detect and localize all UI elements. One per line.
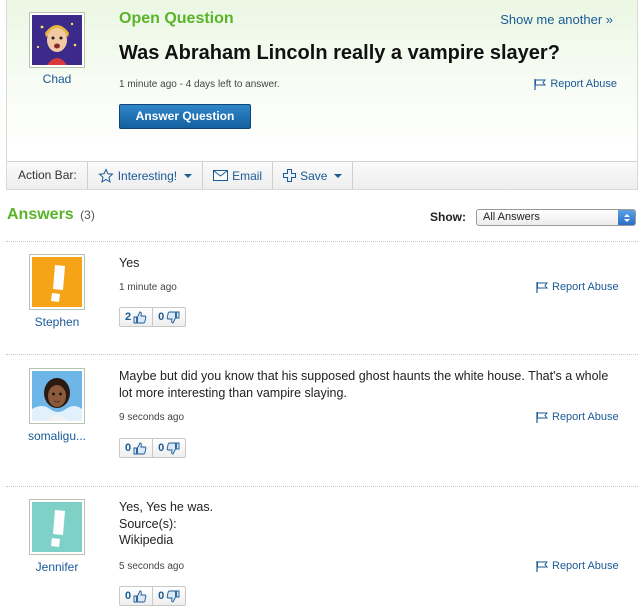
thumbs-down-icon bbox=[166, 590, 180, 602]
thumbs-down-button[interactable]: 0 bbox=[152, 308, 185, 326]
answer-avatar[interactable] bbox=[29, 499, 85, 555]
flag-icon bbox=[536, 281, 548, 293]
chevron-down-icon bbox=[334, 173, 343, 178]
cartoon-boy-avatar-icon bbox=[32, 15, 82, 65]
thumbs-down-icon bbox=[166, 442, 180, 454]
open-question-label: Open Question bbox=[119, 10, 234, 27]
answer-avatar[interactable] bbox=[29, 368, 85, 424]
default-avatar-icon bbox=[32, 257, 82, 307]
flag-icon bbox=[536, 411, 548, 423]
divider bbox=[6, 354, 638, 355]
answer-avatar[interactable] bbox=[29, 254, 85, 310]
show-filter-value: All Answers bbox=[483, 211, 540, 223]
report-abuse-label: Report Abuse bbox=[550, 78, 617, 90]
interesting-button[interactable]: Interesting! bbox=[88, 162, 204, 189]
report-abuse-label: Report Abuse bbox=[552, 560, 619, 572]
thumbs-down-count: 0 bbox=[158, 590, 165, 602]
answer-text: Yes, Yes he was. bbox=[119, 500, 214, 514]
thumbs-down-button[interactable]: 0 bbox=[152, 587, 185, 605]
answerer-name[interactable]: Stephen bbox=[18, 315, 96, 329]
answer-time: 9 seconds ago bbox=[119, 412, 185, 423]
action-bar-label: Action Bar: bbox=[7, 162, 88, 189]
answerer-name[interactable]: Jennifer bbox=[18, 560, 96, 574]
divider bbox=[6, 486, 638, 487]
answers-heading: Answers (3) bbox=[7, 206, 95, 224]
thumbs-up-count: 2 bbox=[125, 311, 132, 323]
cartoon-girl-avatar-icon bbox=[32, 371, 82, 421]
source-value: Wikipedia bbox=[119, 533, 174, 547]
thumbs-up-count: 0 bbox=[125, 590, 132, 602]
answers-title: Answers bbox=[7, 206, 74, 223]
divider bbox=[6, 241, 638, 242]
email-button[interactable]: Email bbox=[203, 162, 274, 189]
question-title: Was Abraham Lincoln really a vampire sla… bbox=[119, 42, 560, 64]
answer-text-block: Yes, Yes he was. Source(s): Wikipedia bbox=[119, 499, 609, 549]
thumbs-up-icon bbox=[133, 442, 147, 454]
question-card: Chad Open Question Show me another » Was… bbox=[6, 0, 638, 190]
answer-report-abuse-link[interactable]: Report Abuse bbox=[536, 281, 619, 293]
answer-time: 5 seconds ago bbox=[119, 561, 185, 572]
save-button[interactable]: Save bbox=[273, 162, 354, 189]
vote-box: 0 0 bbox=[119, 438, 187, 458]
answer-report-abuse-link[interactable]: Report Abuse bbox=[536, 560, 619, 572]
show-me-another-link[interactable]: Show me another » bbox=[500, 12, 613, 27]
report-abuse-label: Report Abuse bbox=[552, 411, 619, 423]
question-report-abuse-link[interactable]: Report Abuse bbox=[534, 78, 617, 90]
thumbs-up-button[interactable]: 0 bbox=[120, 587, 152, 605]
email-label: Email bbox=[232, 168, 263, 183]
thumbs-up-button[interactable]: 2 bbox=[120, 308, 152, 326]
vote-box: 0 0 bbox=[119, 586, 187, 606]
thumbs-up-icon bbox=[133, 311, 147, 323]
chevron-down-icon bbox=[184, 173, 193, 178]
thumbs-down-icon bbox=[166, 311, 180, 323]
action-bar: Action Bar: Interesting! Email Save bbox=[7, 161, 637, 189]
thumbs-up-count: 0 bbox=[125, 442, 132, 454]
select-arrows-icon bbox=[618, 210, 635, 225]
thumbs-down-count: 0 bbox=[158, 442, 165, 454]
source-label: Source(s): bbox=[119, 516, 177, 531]
save-label: Save bbox=[300, 168, 328, 183]
answer-question-button[interactable]: Answer Question bbox=[119, 104, 251, 129]
report-abuse-label: Report Abuse bbox=[552, 281, 619, 293]
interesting-label: Interesting! bbox=[117, 168, 178, 183]
answer-time: 1 minute ago bbox=[119, 282, 177, 293]
default-avatar-icon bbox=[32, 502, 82, 552]
envelope-icon bbox=[213, 170, 229, 181]
vote-box: 2 0 bbox=[119, 307, 187, 327]
thumbs-down-count: 0 bbox=[158, 311, 165, 323]
answer-text: Maybe but did you know that his supposed… bbox=[119, 369, 609, 400]
plus-icon bbox=[283, 169, 297, 182]
thumbs-up-button[interactable]: 0 bbox=[120, 439, 152, 457]
show-filter-label: Show: bbox=[430, 210, 466, 224]
question-meta: 1 minute ago - 4 days left to answer. bbox=[119, 79, 280, 90]
show-filter-select[interactable]: All Answers bbox=[476, 209, 636, 226]
star-icon bbox=[98, 167, 114, 183]
thumbs-down-button[interactable]: 0 bbox=[152, 439, 185, 457]
thumbs-up-icon bbox=[133, 590, 147, 602]
asker-name[interactable]: Chad bbox=[27, 72, 87, 86]
flag-icon bbox=[534, 78, 547, 90]
asker-avatar[interactable] bbox=[29, 12, 85, 68]
answers-count: (3) bbox=[80, 208, 95, 222]
answer-text: Yes bbox=[119, 256, 140, 270]
answer-report-abuse-link[interactable]: Report Abuse bbox=[536, 411, 619, 423]
answerer-name[interactable]: somaligu... bbox=[18, 429, 96, 443]
flag-icon bbox=[536, 560, 548, 572]
